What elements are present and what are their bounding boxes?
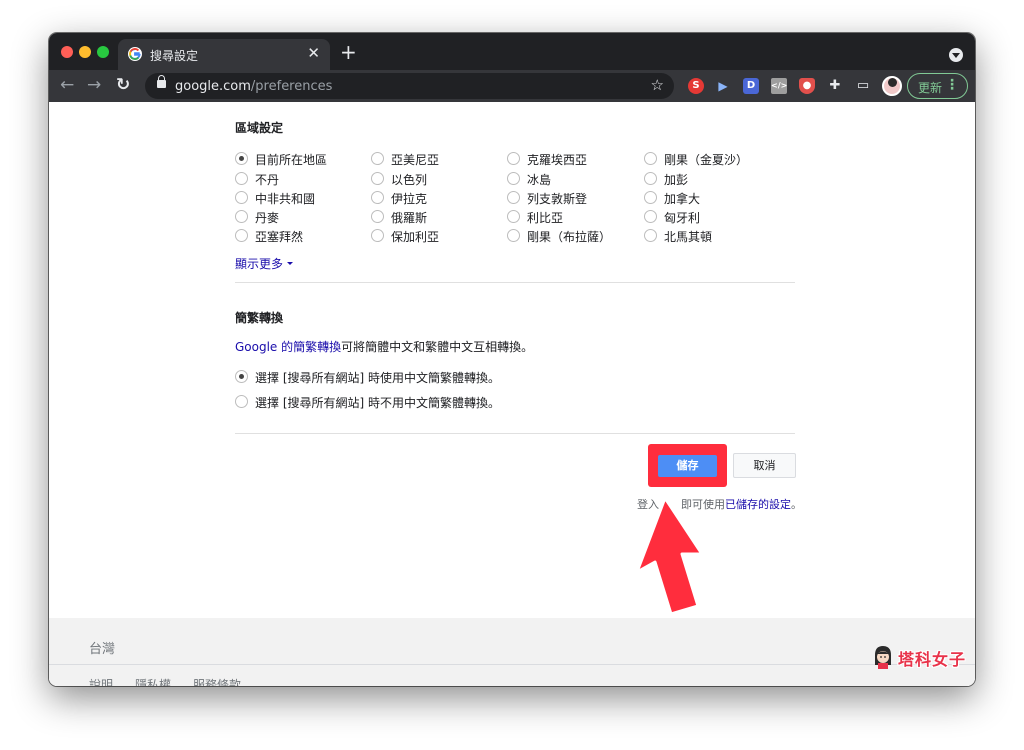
radio-button[interactable] <box>507 172 520 185</box>
footer-link-help[interactable]: 說明 <box>89 678 113 686</box>
new-tab-icon[interactable]: + <box>340 42 357 62</box>
radio-button[interactable] <box>371 152 384 165</box>
section-divider <box>235 282 795 283</box>
show-more-link[interactable]: 顯示更多 <box>235 255 283 272</box>
radio-button[interactable] <box>507 152 520 165</box>
conversion-title: 簡繁轉換 <box>235 311 284 325</box>
extensions-puzzle-icon[interactable]: ✚ <box>827 78 843 94</box>
radio-button[interactable] <box>235 370 248 383</box>
radio-button[interactable] <box>235 152 248 165</box>
extension-cursor-icon[interactable]: ▶ <box>715 78 731 94</box>
dropdown-arrow-icon <box>287 262 293 265</box>
more-menu-icon[interactable]: ⋮ <box>945 77 959 93</box>
tab-search-settings[interactable]: 搜尋設定 ✕ <box>118 39 330 70</box>
update-button[interactable]: 更新 ⋮ <box>907 73 968 99</box>
save-button[interactable]: 儲存 <box>658 455 717 477</box>
lock-icon[interactable] <box>157 75 166 88</box>
radio-button[interactable] <box>644 229 657 242</box>
radio-button[interactable] <box>371 191 384 204</box>
radio-button[interactable] <box>507 191 520 204</box>
page-footer: 台灣 說明 隱私權 服務條款 <box>49 618 975 686</box>
bookmark-star-icon[interactable]: ☆ <box>651 76 664 94</box>
watermark-text: 塔科女子 <box>898 650 967 669</box>
profile-avatar[interactable] <box>882 76 902 96</box>
zoom-window-button[interactable] <box>97 46 109 58</box>
address-bar[interactable]: google.com/preferences ☆ <box>145 73 674 99</box>
radio-button[interactable] <box>507 210 520 223</box>
footer-divider <box>49 664 975 665</box>
cast-icon[interactable]: ▭ <box>855 78 871 94</box>
extension-d-icon[interactable]: D <box>743 78 759 94</box>
watermark-mascot-icon <box>875 646 891 669</box>
radio-button[interactable] <box>371 210 384 223</box>
tab-strip: 搜尋設定 ✕ + <box>49 33 975 70</box>
google-favicon-icon <box>128 47 142 61</box>
back-icon[interactable]: ← <box>60 75 74 95</box>
conversion-option-on[interactable]: 選擇 [搜尋所有網站] 時使用中文簡繁體轉換。 <box>235 369 635 385</box>
radio-button[interactable] <box>507 229 520 242</box>
browser-window: 搜尋設定 ✕ + ← → ↻ google.com/preferences ☆ … <box>49 33 975 686</box>
radio-button[interactable] <box>235 395 248 408</box>
cancel-button[interactable]: 取消 <box>733 453 796 478</box>
footer-country: 台灣 <box>89 642 116 657</box>
url-text: google.com/preferences <box>175 79 333 94</box>
radio-button[interactable] <box>644 152 657 165</box>
forward-icon[interactable]: → <box>87 75 101 95</box>
radio-button[interactable] <box>235 172 248 185</box>
footer-link-privacy[interactable]: 隱私權 <box>135 678 171 686</box>
radio-button[interactable] <box>371 172 384 185</box>
radio-button[interactable] <box>644 210 657 223</box>
radio-button[interactable] <box>235 229 248 242</box>
red-pointer-arrow-icon <box>635 496 703 616</box>
conversion-option-off[interactable]: 選擇 [搜尋所有網站] 時不用中文簡繁體轉換。 <box>235 394 635 410</box>
close-window-button[interactable] <box>61 46 73 58</box>
saved-settings-link[interactable]: 已儲存的設定 <box>725 498 791 511</box>
browser-toolbar: ← → ↻ google.com/preferences ☆ S ▶ D </>… <box>49 70 975 102</box>
page-content: 區域設定 目前所在地區 不丹 中非共和國 丹麥 亞塞拜然 亞美尼亞 以色列 伊拉… <box>49 102 975 686</box>
conversion-description: Google 的簡繁轉換可將簡體中文和繁體中文互相轉換。 <box>235 340 534 354</box>
minimize-window-button[interactable] <box>79 46 91 58</box>
tab-search-menu-icon[interactable] <box>949 48 963 62</box>
region-settings-title: 區域設定 <box>235 121 284 135</box>
watermark: 塔科女子 <box>872 643 972 673</box>
extension-code-icon[interactable]: </> <box>771 78 787 94</box>
footer-links: 說明 隱私權 服務條款 <box>89 676 263 686</box>
conversion-link[interactable]: Google 的簡繁轉換 <box>235 340 341 354</box>
radio-button[interactable] <box>371 229 384 242</box>
radio-button[interactable] <box>235 191 248 204</box>
close-tab-icon[interactable]: ✕ <box>307 45 320 61</box>
extension-shield-icon[interactable]: ● <box>799 78 815 94</box>
radio-button[interactable] <box>644 191 657 204</box>
radio-button[interactable] <box>235 210 248 223</box>
tab-title: 搜尋設定 <box>150 49 199 63</box>
reload-icon[interactable]: ↻ <box>116 75 130 95</box>
radio-button[interactable] <box>644 172 657 185</box>
extension-s-icon[interactable]: S <box>688 78 704 94</box>
section-divider <box>235 433 795 434</box>
footer-link-terms[interactable]: 服務條款 <box>193 678 241 686</box>
